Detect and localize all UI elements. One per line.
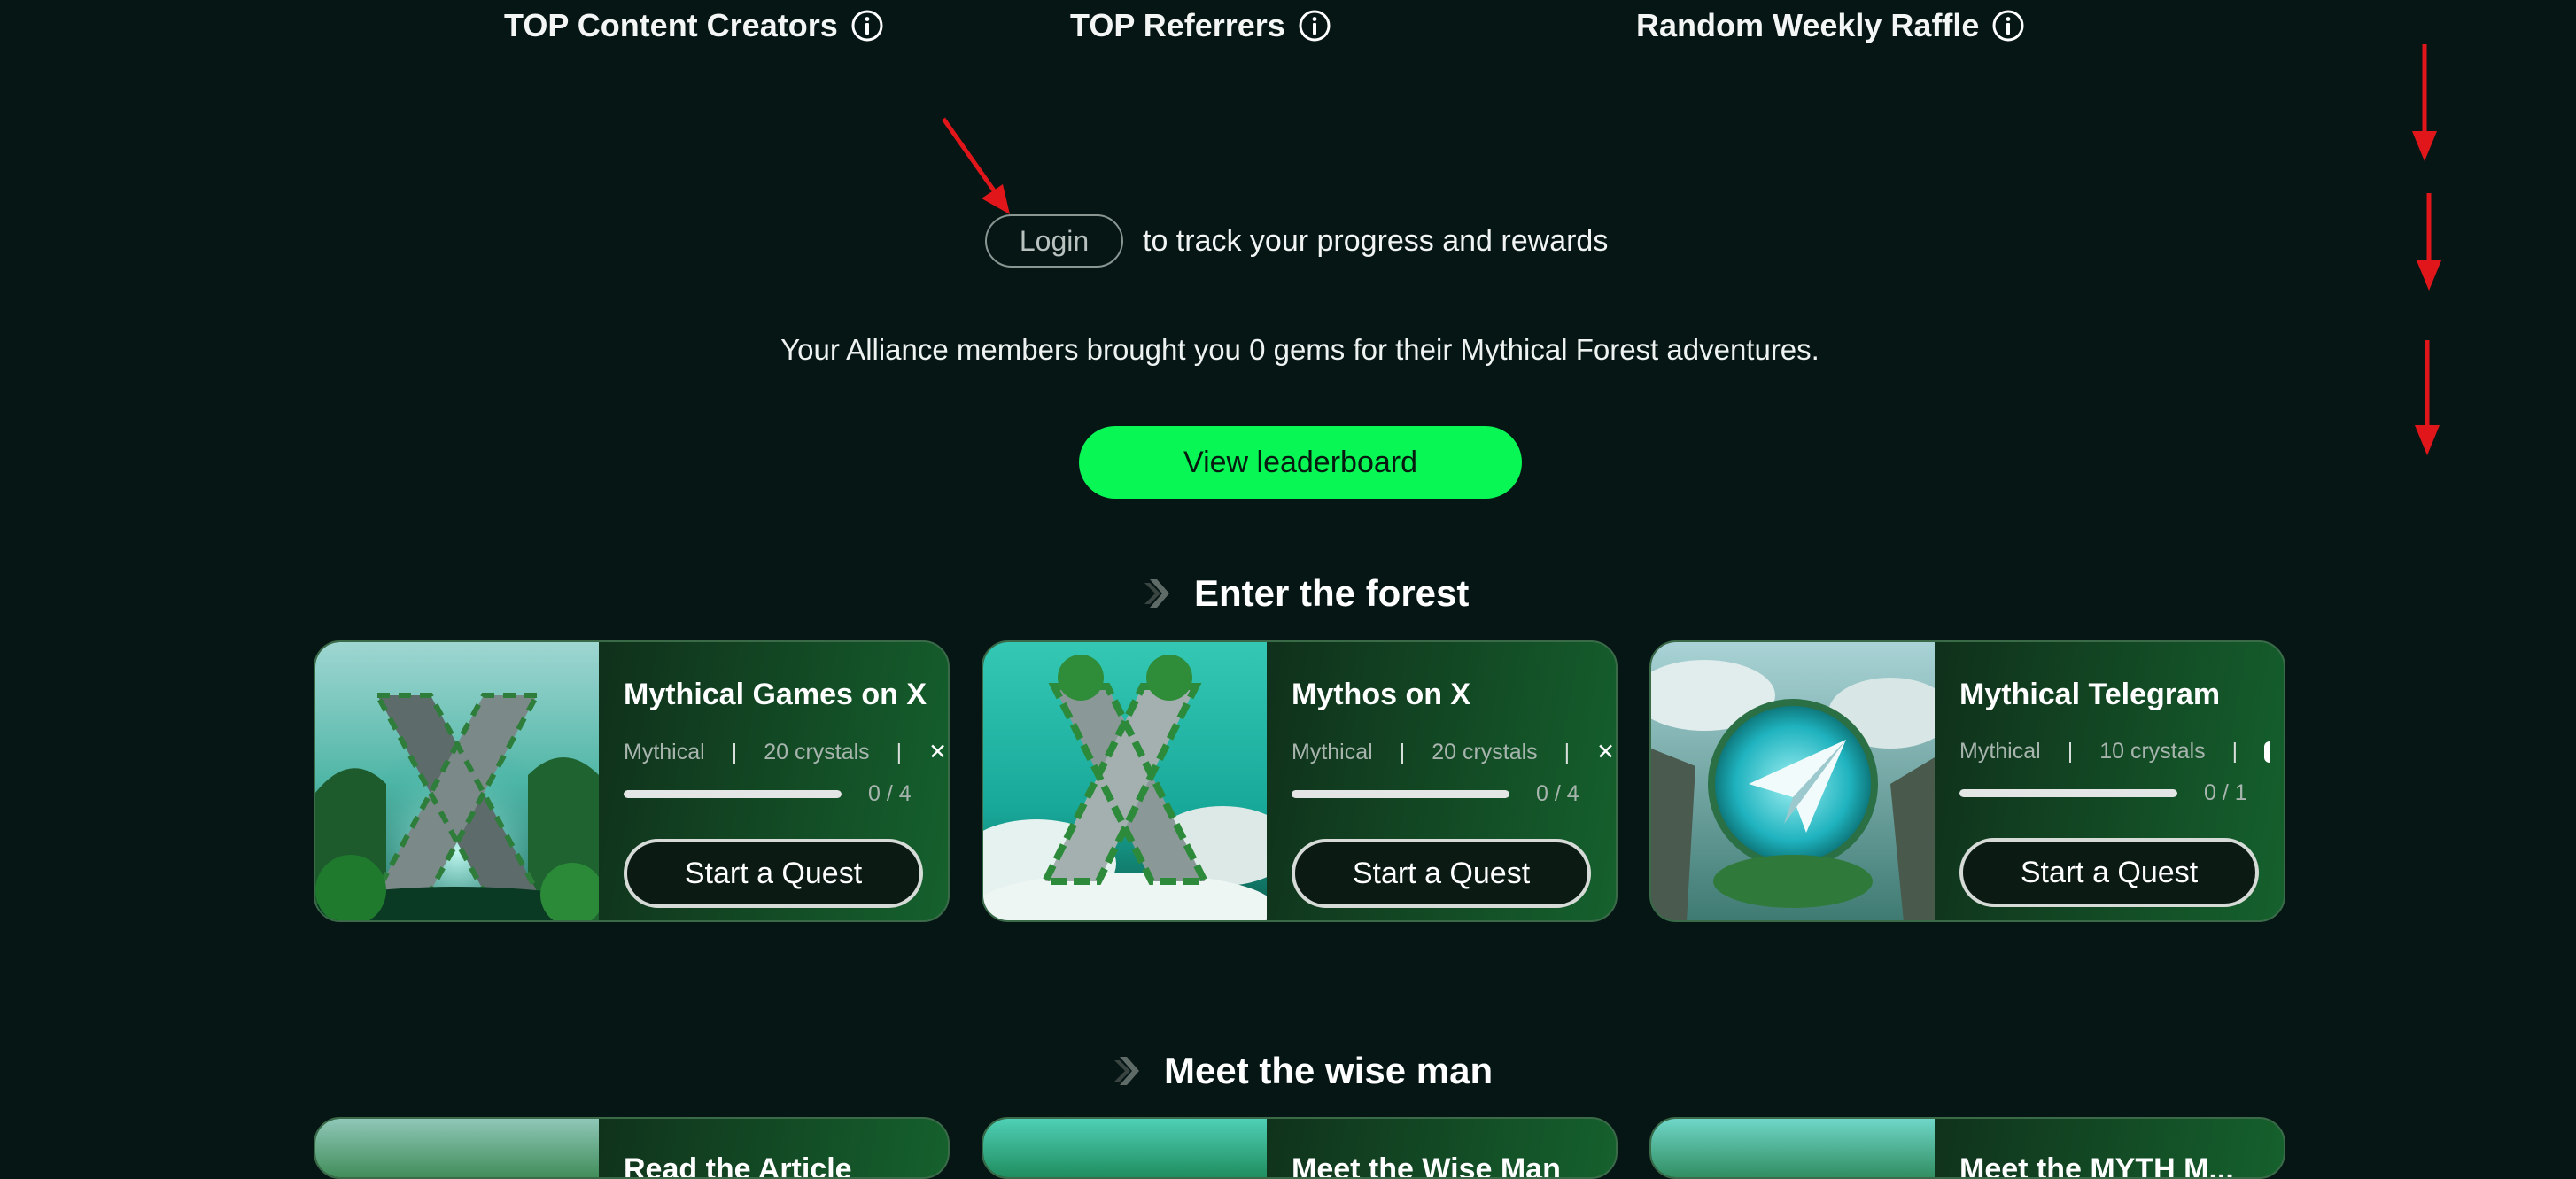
quest-image xyxy=(1651,1119,1935,1177)
start-quest-button[interactable]: Start a Quest xyxy=(624,839,923,908)
meta-separator: | xyxy=(731,739,738,764)
start-quest-button[interactable]: Start a Quest xyxy=(1959,838,2259,907)
quest-progress: 0 / 1 xyxy=(1959,780,2270,806)
section-title-meet-wise-man: Meet the wise man xyxy=(1113,1050,1493,1092)
quest-title: Read the Article xyxy=(624,1152,852,1179)
quest-title: Mythos on X xyxy=(1292,678,1471,711)
chevron-right-icon xyxy=(1144,579,1169,608)
quest-title: Meet the Wise Man xyxy=(1292,1152,1561,1179)
quest-card[interactable]: Mythical Telegram Mythical | 10 crystals… xyxy=(1649,640,2285,922)
chevron-right-icon xyxy=(1114,1057,1139,1085)
quest-title: Mythical Games on X xyxy=(624,678,927,711)
quest-progress: 0 / 4 xyxy=(624,781,934,807)
quest-card-body: Mythos on X Mythical | 20 crystals | ✕ 0… xyxy=(1292,678,1615,908)
quest-title: Meet the MYTH M... xyxy=(1959,1152,2234,1179)
quest-image xyxy=(983,642,1267,920)
meta-separator: | xyxy=(2067,739,2074,764)
quest-progress: 0 / 4 xyxy=(1292,781,1602,807)
quest-image xyxy=(315,1119,599,1177)
progress-bar xyxy=(1959,789,2177,797)
progress-bar xyxy=(1292,790,1509,798)
quest-meta: Mythical | 10 crystals | xyxy=(1959,739,2270,764)
x-icon: ✕ xyxy=(1596,740,1616,764)
quest-image xyxy=(1651,642,1935,920)
section-title-text: Enter the forest xyxy=(1194,572,1470,614)
section-title-text: Meet the wise man xyxy=(1164,1050,1494,1091)
quest-card[interactable]: Meet the Wise Man xyxy=(982,1117,1618,1179)
quest-reward: 20 crystals xyxy=(1432,739,1538,764)
login-button[interactable]: Login xyxy=(985,214,1123,268)
quest-tier: Mythical xyxy=(624,739,705,764)
login-prompt: Login to track your progress and rewards xyxy=(985,214,1608,268)
meta-separator: | xyxy=(2231,739,2238,764)
quest-card[interactable]: Mythical Games on X Mythical | 20 crysta… xyxy=(314,640,950,922)
view-leaderboard-button[interactable]: View leaderboard xyxy=(1079,426,1522,499)
quest-image xyxy=(983,1119,1267,1177)
quest-card[interactable]: Read the Article xyxy=(314,1117,950,1179)
quest-tier: Mythical xyxy=(1292,739,1373,764)
start-quest-button[interactable]: Start a Quest xyxy=(1292,839,1591,908)
quest-title: Mythical Telegram xyxy=(1959,678,2221,711)
quest-card-body: Mythical Telegram Mythical | 10 crystals… xyxy=(1959,678,2270,907)
quest-card-body: Mythical Games on X Mythical | 20 crysta… xyxy=(624,678,947,908)
meta-separator: | xyxy=(1399,739,1406,764)
alliance-gems-text: Your Alliance members brought you 0 gems… xyxy=(780,333,1819,366)
progress-count: 0 / 1 xyxy=(2204,780,2247,805)
meta-separator: | xyxy=(1563,739,1571,764)
quest-image xyxy=(315,642,599,920)
meta-separator: | xyxy=(896,739,903,764)
quest-card[interactable]: Mythos on X Mythical | 20 crystals | ✕ 0… xyxy=(982,640,1618,922)
quest-meta: Mythical | 20 crystals | ✕ xyxy=(624,739,947,765)
progress-count: 0 / 4 xyxy=(1536,781,1579,806)
quest-card[interactable]: Meet the MYTH M... xyxy=(1649,1117,2285,1179)
section-title-enter-forest: Enter the forest xyxy=(1143,572,1469,615)
x-icon: ✕ xyxy=(928,740,948,764)
quest-tier: Mythical xyxy=(1959,739,2041,764)
telegram-icon xyxy=(2264,741,2270,763)
quest-reward: 10 crystals xyxy=(2099,739,2206,764)
quest-meta: Mythical | 20 crystals | ✕ xyxy=(1292,739,1615,765)
progress-count: 0 / 4 xyxy=(868,781,912,806)
progress-bar xyxy=(624,790,842,798)
login-prompt-text: to track your progress and rewards xyxy=(1143,223,1609,258)
quest-reward: 20 crystals xyxy=(764,739,870,764)
